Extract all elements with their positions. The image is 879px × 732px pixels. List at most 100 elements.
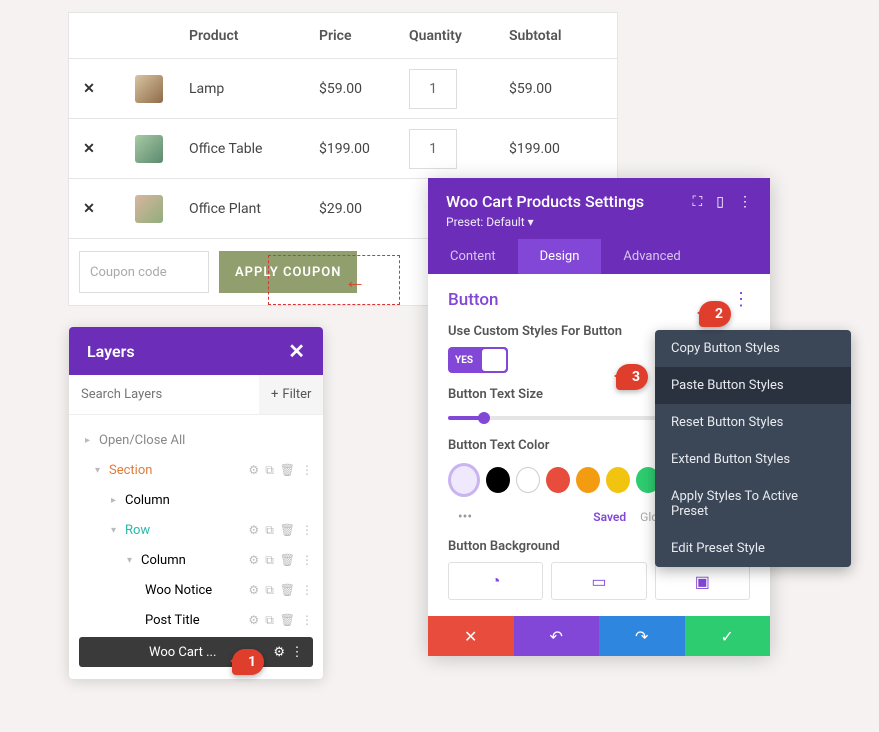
header-subtotal: Subtotal bbox=[509, 28, 599, 44]
gear-icon[interactable]: ⚙ bbox=[273, 645, 285, 660]
trash-icon[interactable]: 🗑 bbox=[280, 463, 295, 478]
layers-tree: ▸Open/Close All ▾Section⚙⧉🗑⋮ ▸Column ▾Ro… bbox=[69, 415, 323, 679]
swatch-yellow[interactable] bbox=[606, 467, 630, 493]
tab-content[interactable]: Content bbox=[428, 239, 518, 274]
kebab-icon[interactable]: ⋮ bbox=[301, 613, 313, 628]
swatch-black[interactable] bbox=[486, 467, 510, 493]
duplicate-icon[interactable]: ⧉ bbox=[265, 463, 274, 478]
settings-header: Woo Cart Products Settings ⛶ ▯ ⋮ Preset:… bbox=[428, 178, 770, 239]
expand-icon[interactable]: ⛶ bbox=[692, 194, 702, 210]
kebab-icon[interactable]: ⋮ bbox=[301, 523, 313, 538]
product-name: Office Table bbox=[189, 141, 319, 157]
duplicate-icon[interactable]: ⧉ bbox=[265, 583, 274, 598]
search-input[interactable] bbox=[69, 375, 259, 414]
coupon-input[interactable] bbox=[79, 251, 209, 293]
layers-panel: Layers ✕ +Filter ▸Open/Close All ▾Sectio… bbox=[69, 327, 323, 679]
remove-item-button[interactable]: ✕ bbox=[83, 81, 95, 97]
swatch-white[interactable] bbox=[516, 467, 540, 493]
section-kebab-icon[interactable]: ⋮ bbox=[732, 291, 750, 309]
product-thumb bbox=[135, 75, 163, 103]
tab-advanced[interactable]: Advanced bbox=[601, 239, 702, 274]
layer-post-title[interactable]: Post Title⚙⧉🗑⋮ bbox=[75, 605, 317, 635]
chevron-down-icon[interactable]: ▾ bbox=[127, 555, 137, 566]
bg-options: ◔ ▭ ▣ bbox=[448, 562, 750, 600]
settings-title: Woo Cart Products Settings bbox=[446, 192, 644, 211]
cancel-button[interactable]: ✕ bbox=[428, 616, 514, 656]
close-icon[interactable]: ✕ bbox=[288, 339, 305, 363]
swatch-red[interactable] bbox=[546, 467, 570, 493]
product-price: $199.00 bbox=[319, 141, 409, 157]
duplicate-icon[interactable]: ⧉ bbox=[265, 553, 274, 568]
swatch-tab-saved[interactable]: Saved bbox=[593, 510, 626, 524]
bg-opt-gradient[interactable]: ▭ bbox=[551, 562, 646, 600]
chevron-right-icon[interactable]: ▸ bbox=[111, 495, 121, 506]
gear-icon[interactable]: ⚙ bbox=[248, 583, 259, 598]
settings-footer: ✕ ↶ ↷ ✓ bbox=[428, 616, 770, 656]
layers-title: Layers bbox=[87, 342, 135, 361]
menu-apply-preset[interactable]: Apply Styles To Active Preset bbox=[655, 478, 851, 530]
callout-1: 1 bbox=[232, 649, 264, 675]
product-thumb bbox=[135, 195, 163, 223]
bg-opt-color[interactable]: ◔ bbox=[448, 562, 543, 600]
layer-woo-cart[interactable]: Woo Cart ...⚙⋮ bbox=[79, 637, 313, 667]
trash-icon[interactable]: 🗑 bbox=[280, 553, 295, 568]
swatch-orange[interactable] bbox=[576, 467, 600, 493]
columns-icon[interactable]: ▯ bbox=[716, 194, 724, 210]
settings-tabs: Content Design Advanced bbox=[428, 239, 770, 274]
confirm-button[interactable]: ✓ bbox=[685, 616, 771, 656]
cart-header-row: Product Price Quantity Subtotal bbox=[69, 13, 617, 59]
chevron-down-icon[interactable]: ▾ bbox=[95, 465, 105, 476]
filter-button[interactable]: +Filter bbox=[259, 375, 323, 414]
menu-copy-styles[interactable]: Copy Button Styles bbox=[655, 330, 851, 367]
layer-row[interactable]: ▾Row⚙⧉🗑⋮ bbox=[75, 515, 317, 545]
menu-reset-styles[interactable]: Reset Button Styles bbox=[655, 404, 851, 441]
callout-2: 2 bbox=[699, 301, 731, 327]
bg-opt-image[interactable]: ▣ bbox=[655, 562, 750, 600]
gear-icon[interactable]: ⚙ bbox=[248, 613, 259, 628]
product-name: Lamp bbox=[189, 81, 319, 97]
remove-item-button[interactable]: ✕ bbox=[83, 201, 95, 217]
duplicate-icon[interactable]: ⧉ bbox=[265, 613, 274, 628]
product-subtotal: $59.00 bbox=[509, 81, 599, 97]
table-row: ✕ Office Table $199.00 $199.00 bbox=[69, 119, 617, 179]
gear-icon[interactable]: ⚙ bbox=[248, 553, 259, 568]
swatch-selected[interactable] bbox=[448, 463, 480, 497]
redo-button[interactable]: ↷ bbox=[599, 616, 685, 656]
remove-item-button[interactable]: ✕ bbox=[83, 141, 95, 157]
kebab-icon[interactable]: ⋮ bbox=[301, 553, 313, 568]
quantity-input[interactable] bbox=[409, 129, 457, 169]
layers-header: Layers ✕ bbox=[69, 327, 323, 375]
chevron-down-icon[interactable]: ▾ bbox=[111, 525, 121, 536]
menu-paste-styles[interactable]: Paste Button Styles bbox=[655, 367, 851, 404]
trash-icon[interactable]: 🗑 bbox=[280, 613, 295, 628]
layer-woo-notice[interactable]: Woo Notice⚙⧉🗑⋮ bbox=[75, 575, 317, 605]
kebab-icon[interactable]: ⋮ bbox=[285, 645, 309, 660]
custom-styles-toggle[interactable]: YES bbox=[448, 347, 508, 373]
gear-icon[interactable]: ⚙ bbox=[248, 523, 259, 538]
kebab-icon[interactable]: ⋮ bbox=[301, 583, 313, 598]
preset-label[interactable]: Preset: Default ▾ bbox=[446, 215, 752, 229]
duplicate-icon[interactable]: ⧉ bbox=[265, 523, 274, 538]
trash-icon[interactable]: 🗑 bbox=[280, 523, 295, 538]
table-row: ✕ Lamp $59.00 $59.00 bbox=[69, 59, 617, 119]
undo-button[interactable]: ↶ bbox=[514, 616, 600, 656]
layer-column[interactable]: ▸Column bbox=[75, 485, 317, 515]
slider-knob[interactable] bbox=[478, 412, 490, 424]
arrow-icon: ← bbox=[344, 268, 366, 294]
product-price: $59.00 bbox=[319, 81, 409, 97]
open-close-all[interactable]: ▸Open/Close All bbox=[75, 425, 317, 455]
styles-dropdown: Copy Button Styles Paste Button Styles R… bbox=[655, 330, 851, 567]
kebab-icon[interactable]: ⋮ bbox=[301, 463, 313, 478]
more-colors-icon[interactable]: ••• bbox=[448, 509, 482, 525]
trash-icon[interactable]: 🗑 bbox=[280, 583, 295, 598]
kebab-icon[interactable]: ⋮ bbox=[738, 194, 752, 210]
section-button-title: Button bbox=[448, 290, 498, 310]
gear-icon[interactable]: ⚙ bbox=[248, 463, 259, 478]
layer-column[interactable]: ▾Column⚙⧉🗑⋮ bbox=[75, 545, 317, 575]
menu-extend-styles[interactable]: Extend Button Styles bbox=[655, 441, 851, 478]
product-price: $29.00 bbox=[319, 201, 409, 217]
menu-edit-preset[interactable]: Edit Preset Style bbox=[655, 530, 851, 567]
quantity-input[interactable] bbox=[409, 69, 457, 109]
tab-design[interactable]: Design bbox=[518, 239, 602, 274]
layer-section[interactable]: ▾Section⚙⧉🗑⋮ bbox=[75, 455, 317, 485]
